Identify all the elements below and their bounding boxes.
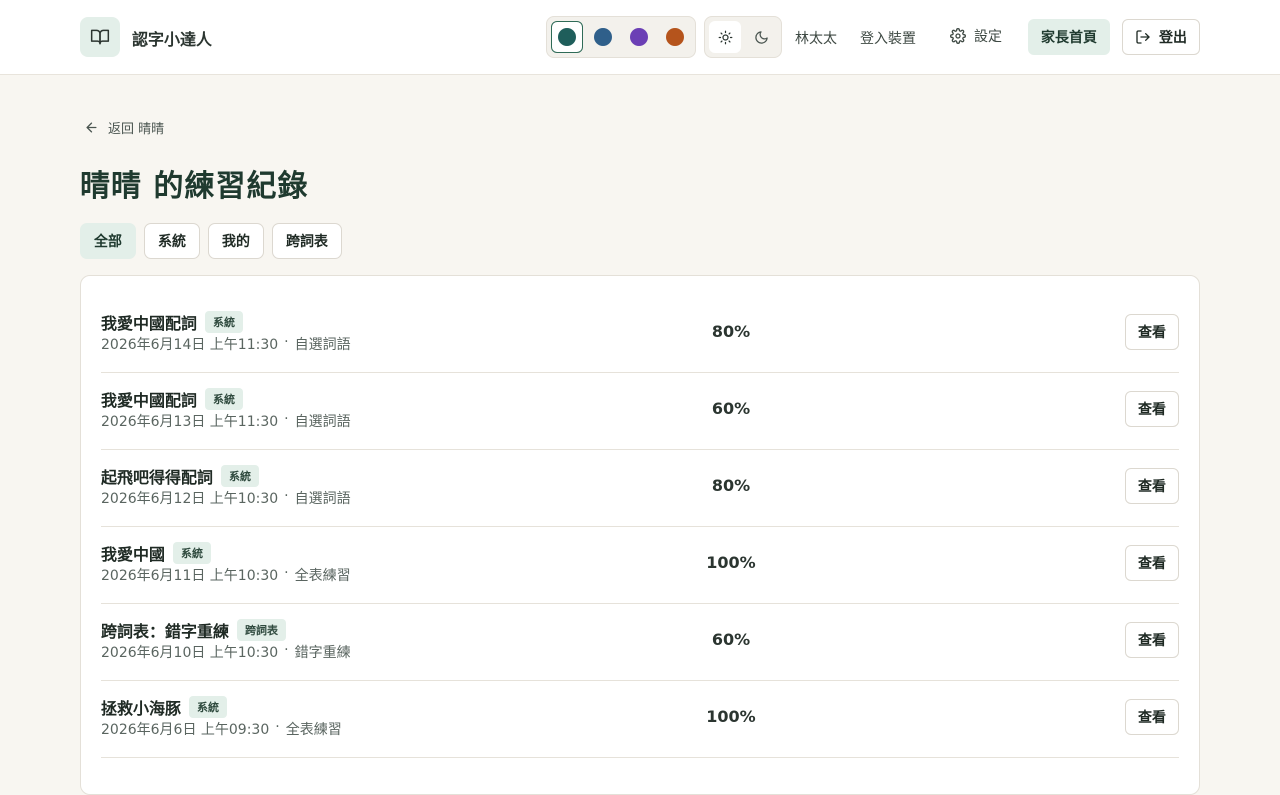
light-mode-button[interactable] — [709, 21, 741, 53]
view-button[interactable]: 查看 — [1125, 699, 1179, 735]
swatch-dot — [630, 28, 648, 46]
meta-separator: · — [275, 719, 280, 735]
filter-mine[interactable]: 我的 — [208, 223, 264, 259]
login-device-link[interactable]: 登入裝置 — [860, 28, 916, 48]
record-title: 跨詞表：錯字重練 — [101, 622, 230, 641]
record-row: 跨詞表：錯字重練 跨詞表 2026年6月10日 上午10:30 · 錯字重練 6… — [101, 604, 1179, 681]
record-date: 2026年6月6日 上午09:30 — [101, 722, 270, 738]
settings-button[interactable]: 設定 — [950, 26, 1002, 46]
back-link[interactable]: 返回 晴晴 — [84, 118, 164, 137]
view-button[interactable]: 查看 — [1125, 545, 1179, 581]
app-title: 認字小達人 — [132, 30, 213, 49]
swatch-dot — [594, 28, 612, 46]
meta-separator: · — [284, 642, 289, 658]
record-meta: 2026年6月6日 上午09:30 · 全表練習 — [101, 719, 342, 739]
open-book-icon — [90, 29, 110, 45]
record-title-line: 我愛中國配詞 系統 — [101, 310, 244, 334]
meta-separator: · — [284, 488, 289, 504]
dark-mode-button[interactable] — [745, 21, 777, 53]
record-date: 2026年6月14日 上午11:30 — [101, 337, 279, 353]
meta-separator: · — [284, 334, 289, 350]
record-score: 80% — [711, 322, 751, 341]
record-date: 2026年6月11日 上午10:30 — [101, 568, 279, 584]
record-mode: 全表練習 — [294, 568, 351, 584]
logout-label: 登出 — [1159, 30, 1187, 46]
record-meta: 2026年6月13日 上午11:30 · 自選詞語 — [101, 411, 351, 431]
record-row: 拯救小海豚 系統 2026年6月6日 上午09:30 · 全表練習 100% 查… — [101, 681, 1179, 758]
record-meta: 2026年6月11日 上午10:30 · 全表練習 — [101, 565, 351, 585]
record-row: 起飛吧得得配詞 系統 2026年6月12日 上午10:30 · 自選詞語 80%… — [101, 450, 1179, 527]
record-tag: 系統 — [205, 388, 244, 410]
record-mode: 自選詞語 — [294, 414, 351, 430]
record-title-line: 跨詞表：錯字重練 跨詞表 — [101, 618, 287, 642]
record-title: 我愛中國 — [101, 545, 166, 564]
record-tag: 系統 — [189, 696, 228, 718]
color-swatch-teal[interactable] — [551, 21, 583, 53]
record-row: 我愛中國 系統 2026年6月11日 上午10:30 · 全表練習 100% 查… — [101, 527, 1179, 604]
record-title: 我愛中國配詞 — [101, 391, 198, 410]
record-date: 2026年6月12日 上午10:30 — [101, 491, 279, 507]
record-row: 我愛中國配詞 系統 2026年6月13日 上午11:30 · 自選詞語 60% … — [101, 373, 1179, 450]
logout-icon — [1136, 30, 1150, 44]
filter-all[interactable]: 全部 — [80, 223, 136, 259]
swatch-dot — [558, 28, 576, 46]
record-date: 2026年6月13日 上午11:30 — [101, 414, 279, 430]
meta-separator: · — [284, 411, 289, 427]
color-swatch-orange[interactable] — [659, 21, 691, 53]
sun-icon — [718, 30, 732, 44]
moon-icon — [754, 30, 768, 44]
filter-tabs: 全部 系統 我的 跨詞表 — [80, 223, 342, 259]
user-name: 林太太 — [795, 31, 837, 47]
record-title-line: 拯救小海豚 系統 — [101, 695, 228, 719]
record-score: 60% — [711, 630, 751, 649]
record-meta: 2026年6月12日 上午10:30 · 自選詞語 — [101, 488, 351, 508]
record-mode: 錯字重練 — [294, 645, 351, 661]
record-date: 2026年6月10日 上午10:30 — [101, 645, 279, 661]
parent-home-button[interactable]: 家長首頁 — [1028, 19, 1110, 55]
records-card: 我愛中國配詞 系統 2026年6月14日 上午11:30 · 自選詞語 80% … — [80, 275, 1200, 795]
theme-mode-toggle — [704, 16, 782, 58]
meta-separator: · — [284, 565, 289, 581]
record-tag: 系統 — [173, 542, 212, 564]
color-swatch-purple[interactable] — [623, 21, 655, 53]
record-score: 100% — [706, 553, 756, 572]
record-title-line: 我愛中國配詞 系統 — [101, 387, 244, 411]
view-button[interactable]: 查看 — [1125, 391, 1179, 427]
record-mode: 自選詞語 — [294, 491, 351, 507]
record-mode: 全表練習 — [285, 722, 342, 738]
record-score: 80% — [711, 476, 751, 495]
record-title: 拯救小海豚 — [101, 699, 182, 718]
color-swatch-blue[interactable] — [587, 21, 619, 53]
record-row: 我愛中國配詞 系統 2026年6月14日 上午11:30 · 自選詞語 80% … — [101, 296, 1179, 373]
view-button[interactable]: 查看 — [1125, 622, 1179, 658]
settings-label: 設定 — [974, 29, 1002, 45]
color-theme-picker — [546, 16, 696, 58]
record-title: 我愛中國配詞 — [101, 314, 198, 333]
gear-icon — [950, 28, 966, 44]
top-header: 認字小達人 林太太 登入裝置 設定 家長首頁 登出 — [0, 0, 1280, 75]
arrow-left-icon — [86, 122, 97, 133]
record-score: 60% — [711, 399, 751, 418]
page-title: 晴晴 的練習紀錄 — [80, 169, 309, 204]
record-mode: 自選詞語 — [294, 337, 351, 353]
app-logo[interactable] — [80, 17, 120, 57]
record-title-line: 起飛吧得得配詞 系統 — [101, 464, 260, 488]
record-tag: 系統 — [221, 465, 260, 487]
swatch-dot — [666, 28, 684, 46]
record-tag: 系統 — [205, 311, 244, 333]
record-title-line: 我愛中國 系統 — [101, 541, 212, 565]
record-meta: 2026年6月10日 上午10:30 · 錯字重練 — [101, 642, 351, 662]
filter-cross-list[interactable]: 跨詞表 — [272, 223, 342, 259]
logout-button[interactable]: 登出 — [1122, 19, 1200, 55]
back-label: 返回 晴晴 — [108, 122, 165, 137]
record-score: 100% — [706, 707, 756, 726]
record-meta: 2026年6月14日 上午11:30 · 自選詞語 — [101, 334, 351, 354]
filter-system[interactable]: 系統 — [144, 223, 200, 259]
view-button[interactable]: 查看 — [1125, 314, 1179, 350]
record-tag: 跨詞表 — [237, 619, 287, 641]
view-button[interactable]: 查看 — [1125, 468, 1179, 504]
record-title: 起飛吧得得配詞 — [101, 468, 214, 487]
